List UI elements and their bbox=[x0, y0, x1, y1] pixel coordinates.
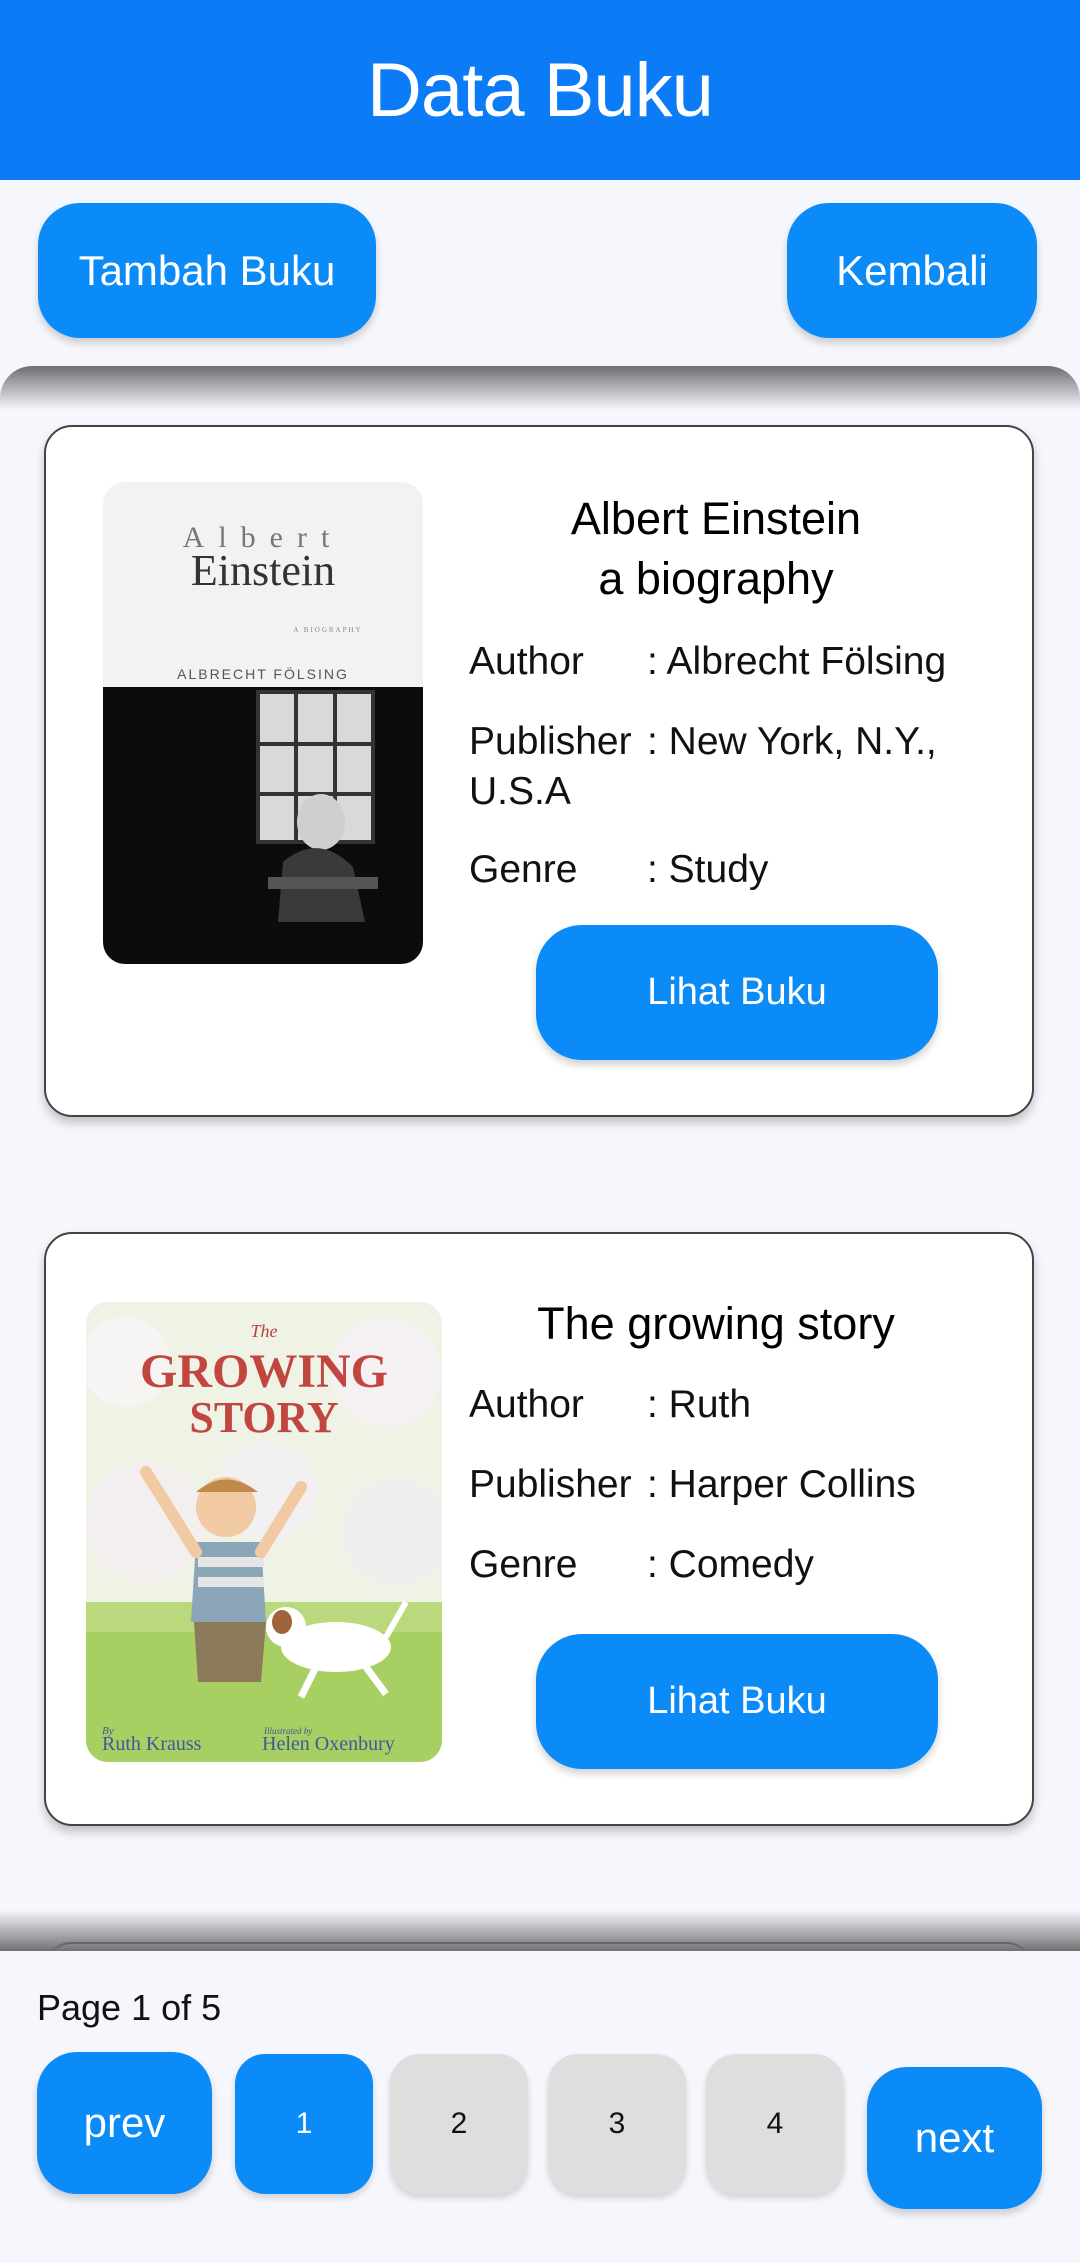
author-value: : Ruth bbox=[647, 1383, 752, 1426]
book-title-line2: a biography bbox=[598, 553, 834, 604]
page-button-4[interactable]: 4 bbox=[706, 2054, 844, 2194]
book-cover-einstein[interactable]: Albert Einstein A BIOGRAPHY ALBRECHT FÖL… bbox=[103, 482, 423, 964]
book-publisher: Publisher : Harper Collins bbox=[469, 1460, 1009, 1510]
view-book-button[interactable]: Lihat Buku bbox=[536, 1634, 938, 1769]
book-title: The growing story bbox=[406, 1294, 1026, 1354]
svg-text:ALBRECHT FÖLSING: ALBRECHT FÖLSING bbox=[177, 665, 349, 682]
publisher-label: Publisher bbox=[469, 1463, 632, 1506]
genre-value: : Study bbox=[647, 848, 769, 891]
author-label: Author bbox=[469, 1383, 584, 1426]
svg-text:Helen Oxenbury: Helen Oxenbury bbox=[262, 1733, 395, 1755]
book-title: Albert Einstein a biography bbox=[406, 489, 1026, 609]
book-author: Author : Ruth bbox=[469, 1380, 1009, 1430]
pagination: Page 1 of 5 prev 1 2 3 4 next bbox=[0, 1951, 1080, 2263]
genre-label: Genre bbox=[469, 848, 578, 891]
book-publisher: Publisher: New York, N.Y., U.S.A bbox=[469, 717, 1009, 817]
svg-text:Einstein: Einstein bbox=[191, 546, 335, 595]
book-author: Author : Albrecht Fölsing bbox=[469, 637, 1009, 687]
prev-button[interactable]: prev bbox=[37, 2052, 212, 2194]
page-title: Data Buku bbox=[367, 47, 714, 133]
book-card: Albert Einstein A BIOGRAPHY ALBRECHT FÖL… bbox=[44, 425, 1034, 1117]
add-book-button[interactable]: Tambah Buku bbox=[38, 203, 376, 338]
book-title-line1: Albert Einstein bbox=[570, 493, 862, 544]
author-label: Author bbox=[469, 640, 584, 683]
author-value: : Albrecht Fölsing bbox=[647, 640, 947, 683]
back-button[interactable]: Kembali bbox=[787, 203, 1037, 338]
page-button-1[interactable]: 1 bbox=[235, 2054, 373, 2194]
svg-text:Ruth Krauss: Ruth Krauss bbox=[102, 1733, 202, 1755]
app-header: Data Buku bbox=[0, 0, 1080, 180]
scroll-shadow bbox=[0, 366, 1080, 410]
page-button-2[interactable]: 2 bbox=[390, 2054, 528, 2194]
publisher-label: Publisher bbox=[469, 720, 632, 763]
svg-text:STORY: STORY bbox=[189, 1393, 338, 1442]
svg-text:GROWING: GROWING bbox=[140, 1345, 388, 1398]
publisher-value: : Harper Collins bbox=[647, 1463, 916, 1506]
book-genre: Genre : Study bbox=[469, 845, 1009, 895]
book-title-line1: The growing story bbox=[537, 1298, 895, 1349]
book-genre: Genre : Comedy bbox=[469, 1540, 1009, 1590]
page-button-3[interactable]: 3 bbox=[548, 2054, 686, 2194]
book-card: The GROWING STORY By Ruth Krauss Illustr… bbox=[44, 1232, 1034, 1826]
genre-label: Genre bbox=[469, 1543, 578, 1586]
page-info: Page 1 of 5 bbox=[37, 1987, 222, 2028]
svg-text:A BIOGRAPHY: A BIOGRAPHY bbox=[293, 626, 362, 634]
view-book-button[interactable]: Lihat Buku bbox=[536, 925, 938, 1060]
scroll-shadow-bottom bbox=[0, 1910, 1080, 1952]
book-cover-growing-story[interactable]: The GROWING STORY By Ruth Krauss Illustr… bbox=[86, 1302, 442, 1762]
book-list[interactable]: Albert Einstein A BIOGRAPHY ALBRECHT FÖL… bbox=[0, 366, 1080, 1951]
genre-value: : Comedy bbox=[647, 1543, 814, 1586]
svg-text:The: The bbox=[251, 1321, 278, 1341]
next-button[interactable]: next bbox=[867, 2067, 1042, 2209]
